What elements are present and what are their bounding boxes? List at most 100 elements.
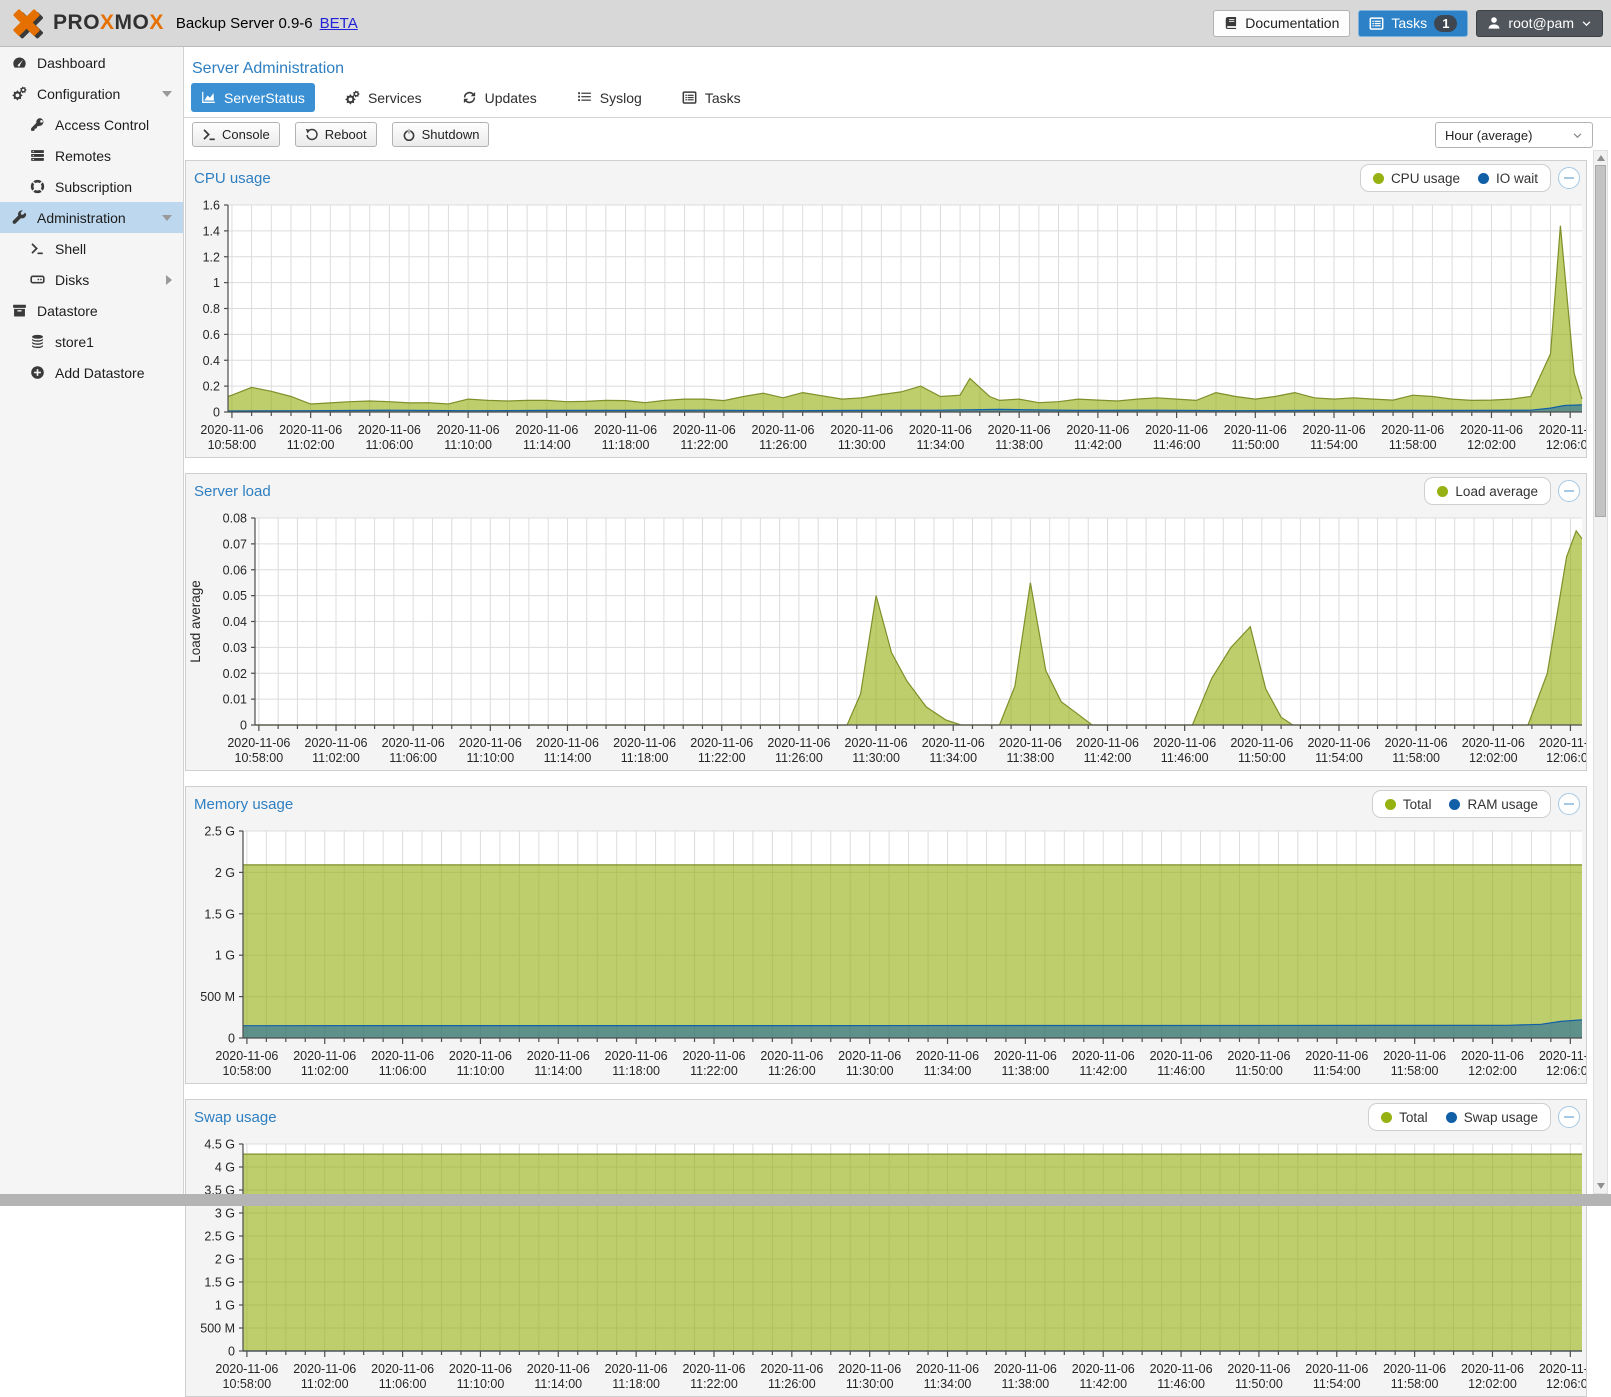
documentation-button[interactable]: Documentation [1213,10,1350,37]
sidebar-item-remotes[interactable]: Remotes [0,140,183,171]
svg-text:0.02: 0.02 [223,667,247,681]
legend-ram-usage[interactable]: RAM usage [1449,797,1538,812]
panel-header: Swap usageTotalSwap usage [186,1100,1586,1134]
sidebar-item-administration[interactable]: Administration [0,202,183,233]
sidebar-item-label: Datastore [37,303,98,319]
sidebar-item-configuration[interactable]: Configuration [0,78,183,109]
scrollbar-thumb[interactable] [1595,165,1606,517]
svg-text:Load average: Load average [188,580,203,663]
legend-dot-icon [1449,799,1460,810]
svg-text:2020-11-06: 2020-11-06 [279,423,342,437]
svg-text:0: 0 [240,719,247,733]
archive-icon [10,303,28,318]
svg-text:11:22:00: 11:22:00 [698,751,746,765]
legend-dot-icon [1437,486,1448,497]
legend-label: Swap usage [1464,1110,1538,1125]
sidebar-item-access-control[interactable]: Access Control [0,109,183,140]
svg-text:11:46:00: 11:46:00 [1161,751,1209,765]
svg-text:2020-11-06: 2020-11-06 [682,1049,745,1063]
tab-serverstatus[interactable]: ServerStatus [191,83,315,112]
legend-dot-icon [1478,173,1489,184]
legend-total[interactable]: Total [1385,797,1432,812]
svg-text:1 G: 1 G [215,949,235,963]
scroll-up-arrow-icon[interactable] [1597,155,1605,161]
panel-tools: CPU usage IO wait [1360,164,1580,192]
legend-load-average[interactable]: Load average [1437,484,1538,499]
disk-icon [28,272,46,287]
svg-text:11:42:00: 11:42:00 [1084,751,1132,765]
sidebar-item-datastore[interactable]: Datastore [0,295,183,326]
svg-text:2020-11-06: 2020-11-06 [215,1049,278,1063]
beta-link[interactable]: BETA [320,15,358,32]
sidebar-item-disks[interactable]: Disks [0,264,183,295]
legend-cpu-usage[interactable]: CPU usage [1373,171,1460,186]
svg-text:2020-11-06: 2020-11-06 [449,1362,512,1376]
tab-label: Tasks [705,90,741,106]
svg-text:11:34:00: 11:34:00 [929,751,977,765]
shutdown-button[interactable]: Shutdown [392,122,490,147]
svg-text:2020-11-06: 2020-11-06 [1076,736,1139,750]
svg-text:10:58:00: 10:58:00 [208,438,257,452]
svg-text:11:34:00: 11:34:00 [917,438,965,452]
svg-text:11:42:00: 11:42:00 [1079,1377,1127,1391]
tab-syslog[interactable]: Syslog [567,83,652,112]
svg-text:0.2: 0.2 [203,380,220,394]
svg-text:11:10:00: 11:10:00 [457,1064,505,1078]
svg-text:2020-11-06: 2020-11-06 [215,1362,278,1376]
svg-text:11:38:00: 11:38:00 [1007,751,1055,765]
svg-text:2020-11-06: 2020-11-06 [830,423,893,437]
svg-text:11:54:00: 11:54:00 [1310,438,1358,452]
reboot-button[interactable]: Reboot [295,122,377,147]
tasks-button[interactable]: Tasks 1 [1358,10,1468,37]
legend-io-wait[interactable]: IO wait [1478,171,1538,186]
legend-swap-usage[interactable]: Swap usage [1446,1110,1538,1125]
svg-text:0: 0 [228,1345,235,1359]
timeframe-select[interactable]: Hour (average) [1435,122,1593,148]
svg-text:11:30:00: 11:30:00 [846,1377,894,1391]
panel-collapse-button[interactable] [1558,793,1580,815]
tab-tasks[interactable]: Tasks [672,83,751,112]
svg-text:11:06:00: 11:06:00 [379,1064,427,1078]
sidebar-item-subscription[interactable]: Subscription [0,171,183,202]
svg-text:1: 1 [213,276,220,290]
sidebar-item-store1[interactable]: store1 [0,326,183,357]
chevron-right-icon[interactable] [166,275,172,285]
sidebar-item-add-datastore[interactable]: Add Datastore [0,357,183,388]
svg-text:11:54:00: 11:54:00 [1313,1377,1361,1391]
tab-services[interactable]: Services [335,83,432,112]
user-menu-button[interactable]: root@pam [1476,10,1603,37]
button-label: Reboot [325,127,367,142]
sidebar-item-dashboard[interactable]: Dashboard [0,47,183,78]
chevron-down-icon[interactable] [162,91,172,97]
documentation-label: Documentation [1245,15,1339,31]
svg-text:2020-11-06: 2020-11-06 [1224,423,1287,437]
chevron-down-icon[interactable] [162,215,172,221]
legend-total[interactable]: Total [1381,1110,1428,1125]
vertical-scrollbar[interactable] [1593,150,1608,1194]
panel-collapse-button[interactable] [1558,480,1580,502]
toolbar: Console Reboot Shutdown Hour (average) [184,122,1611,147]
svg-text:11:14:00: 11:14:00 [544,751,592,765]
svg-text:2020-11-06: 2020-11-06 [437,423,500,437]
svg-text:2020-11-06: 2020-11-06 [838,1362,901,1376]
svg-text:12:02:00: 12:02:00 [1467,438,1516,452]
svg-text:0.01: 0.01 [223,693,247,707]
scroll-down-arrow-icon[interactable] [1597,1183,1605,1189]
svg-text:11:22:00: 11:22:00 [690,1377,738,1391]
svg-text:2020-11-06: 2020-11-06 [1381,423,1444,437]
memory-usage-chart: 0500 M1 G1.5 G2 G2.5 G2020-11-0610:58:00… [186,821,1586,1083]
svg-text:2020-11-06: 2020-11-06 [1066,423,1129,437]
sidebar-item-label: Shell [55,241,86,257]
svg-text:11:14:00: 11:14:00 [523,438,571,452]
panel-collapse-button[interactable] [1558,1106,1580,1128]
svg-text:0.08: 0.08 [223,512,247,526]
tab-updates[interactable]: Updates [452,83,547,112]
panel-collapse-button[interactable] [1558,167,1580,189]
svg-text:3 G: 3 G [215,1207,235,1221]
sidebar-item-shell[interactable]: Shell [0,233,183,264]
svg-text:2020-11-06: 2020-11-06 [1303,423,1366,437]
tasklist-icon [682,90,697,105]
svg-text:2020-11-06: 2020-11-06 [760,1362,823,1376]
main-area: Server Administration ServerStatusServic… [184,47,1611,1194]
console-button[interactable]: Console [192,122,280,147]
